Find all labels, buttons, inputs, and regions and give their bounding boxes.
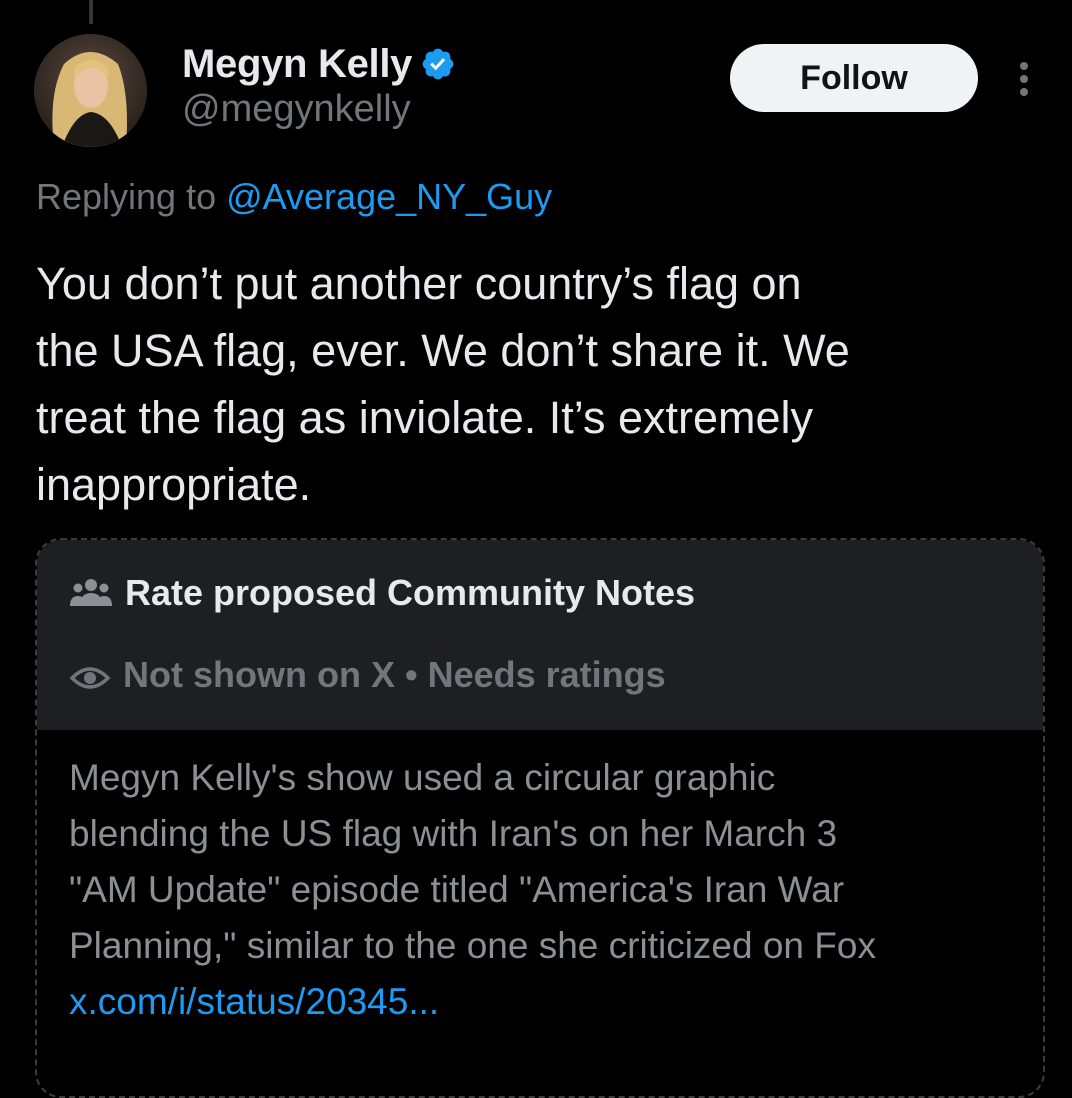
author-name-row[interactable]: Megyn Kelly <box>182 40 456 88</box>
community-note-status: Not shown on X <box>123 654 395 695</box>
tweet-text: You don’t put another country’s flag on … <box>36 250 1036 518</box>
author-display-name[interactable]: Megyn Kelly <box>182 42 412 87</box>
community-note-status-detail: Needs ratings <box>427 654 666 695</box>
community-note-body-line: Planning," similar to the one she critic… <box>69 925 876 966</box>
replying-to-prefix: Replying to <box>36 176 217 217</box>
people-icon <box>69 576 113 610</box>
community-note-title-row[interactable]: Rate proposed Community Notes <box>69 572 695 614</box>
tweet-text-line: inappropriate. <box>36 459 312 510</box>
verified-badge-icon[interactable] <box>420 46 456 82</box>
community-note-source-link[interactable]: x.com/i/status/20345... <box>69 974 1029 1030</box>
follow-button[interactable]: Follow <box>730 44 978 112</box>
community-note-header: Rate proposed Community Notes Not shown … <box>37 540 1043 730</box>
thread-connector-line <box>89 0 93 24</box>
tweet-text-line: the USA flag, ever. We don’t share it. W… <box>36 325 850 376</box>
avatar[interactable] <box>34 34 147 147</box>
tweet-text-line: You don’t put another country’s flag on <box>36 258 802 309</box>
replying-to-handle-link[interactable]: @Average_NY_Guy <box>226 176 552 217</box>
community-note-card[interactable]: Rate proposed Community Notes Not shown … <box>35 538 1045 1098</box>
community-note-body-line: "AM Update" episode titled "America's Ir… <box>69 869 845 910</box>
community-note-body-line: Megyn Kelly's show used a circular graph… <box>69 757 776 798</box>
status-separator: • <box>404 654 418 695</box>
eye-icon <box>69 660 111 690</box>
replying-to-line: Replying to @Average_NY_Guy <box>36 176 552 218</box>
community-note-title[interactable]: Rate proposed Community Notes <box>125 572 695 614</box>
community-note-body: Megyn Kelly's show used a circular graph… <box>69 750 1029 1030</box>
more-vertical-icon[interactable] <box>1012 60 1036 100</box>
author-handle[interactable]: @megynkelly <box>182 88 411 131</box>
community-note-body-line: blending the US flag with Iran's on her … <box>69 813 838 854</box>
tweet-text-line: treat the flag as inviolate. It’s extrem… <box>36 392 814 443</box>
community-note-status-row: Not shown on X • Needs ratings <box>69 654 666 696</box>
